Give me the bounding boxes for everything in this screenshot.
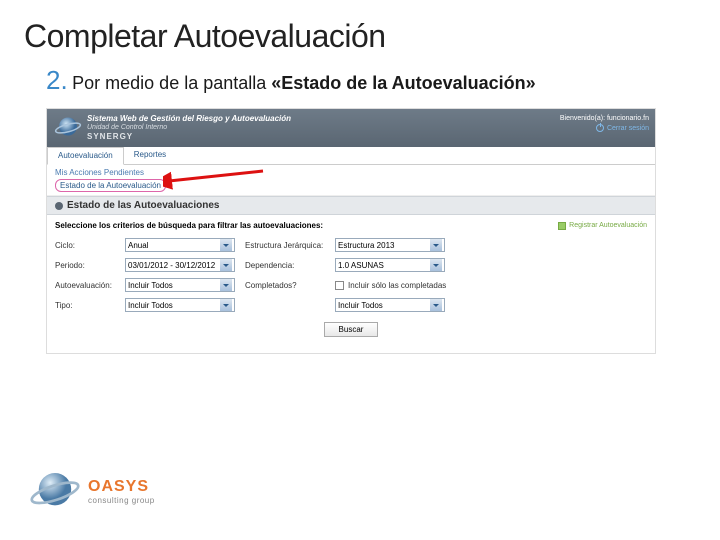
bullet-icon [55, 202, 63, 210]
oasys-planet-icon [28, 464, 82, 518]
register-label: Registrar Autoevaluación [569, 222, 647, 229]
register-link[interactable]: Registrar Autoevaluación [558, 222, 647, 230]
app-header: Sistema Web de Gestión del Riesgo y Auto… [47, 109, 655, 147]
chevron-down-icon [220, 279, 232, 291]
submenu-estado[interactable]: Estado de la Autoevaluación [55, 179, 166, 192]
buscar-button[interactable]: Buscar [324, 322, 379, 337]
tipo2-select[interactable]: Incluir Todos [335, 298, 445, 312]
step-line: 2. Por medio de la pantalla «Estado de l… [0, 59, 720, 104]
step-text: Por medio de la pantalla «Estado de la A… [72, 73, 536, 93]
slide-title: Completar Autoevaluación [0, 0, 720, 59]
plus-icon [558, 222, 566, 230]
dependencia-select[interactable]: 1.0 ASUNAS [335, 258, 445, 272]
autoeval-label: Autoevaluación: [55, 281, 125, 290]
autoeval-value: Incluir Todos [128, 281, 173, 290]
header-right: Bienvenido(a): funcionario.fn Cerrar ses… [560, 115, 649, 132]
menubar: Autoevaluación Reportes [47, 147, 655, 165]
step-bold: «Estado de la Autoevaluación» [271, 73, 535, 93]
chevron-down-icon [220, 299, 232, 311]
instruction-text: Seleccione los criterios de búsqueda par… [55, 221, 323, 230]
logout-label: Cerrar sesión [607, 125, 649, 132]
power-icon [596, 124, 604, 132]
estructura-value: Estructura 2013 [338, 241, 394, 250]
tipo-label: Tipo: [55, 301, 125, 310]
tab-autoevaluacion[interactable]: Autoevaluación [47, 147, 124, 165]
completados-chk-label: Incluir sólo las completadas [348, 281, 446, 290]
submenu-pendientes[interactable]: Mis Acciones Pendientes [55, 168, 647, 177]
footer-brand: OASYS [88, 478, 155, 496]
chevron-down-icon [220, 259, 232, 271]
welcome-text: Bienvenido(a): funcionario.fn [560, 115, 649, 122]
periodo-select[interactable]: 03/01/2012 - 30/12/2012 [125, 258, 235, 272]
synergy-logo-icon [53, 113, 83, 143]
footer-logo: OASYS consulting group [28, 464, 155, 518]
periodo-value: 03/01/2012 - 30/12/2012 [128, 261, 215, 270]
tipo-value: Incluir Todos [128, 301, 173, 310]
logout-link[interactable]: Cerrar sesión [560, 124, 649, 132]
chevron-down-icon [430, 259, 442, 271]
page-header: Estado de las Autoevaluaciones [47, 196, 655, 215]
dependencia-value: 1.0 ASUNAS [338, 261, 384, 270]
periodo-label: Periodo: [55, 261, 125, 270]
estructura-select[interactable]: Estructura 2013 [335, 238, 445, 252]
app-subtitle: Unidad de Control Interno [87, 124, 291, 132]
completados-label: Completados? [245, 281, 335, 290]
tipo-select[interactable]: Incluir Todos [125, 298, 235, 312]
ciclo-select[interactable]: Anual [125, 238, 235, 252]
app-screenshot: Sistema Web de Gestión del Riesgo y Auto… [46, 108, 656, 354]
logo-text: SYNERGY [87, 132, 291, 141]
step-number: 2. [46, 65, 68, 95]
chevron-down-icon [220, 239, 232, 251]
step-prefix: Por medio de la pantalla [72, 73, 271, 93]
app-title: Sistema Web de Gestión del Riesgo y Auto… [87, 115, 291, 124]
completados-checkbox[interactable] [335, 281, 344, 290]
footer-tagline: consulting group [88, 496, 155, 505]
chevron-down-icon [430, 239, 442, 251]
tipo2-value: Incluir Todos [338, 301, 383, 310]
ciclo-value: Anual [128, 241, 148, 250]
tab-reportes[interactable]: Reportes [124, 147, 176, 164]
autoeval-select[interactable]: Incluir Todos [125, 278, 235, 292]
app-logo-block: Sistema Web de Gestión del Riesgo y Auto… [53, 113, 291, 143]
submenu: Mis Acciones Pendientes Estado de la Aut… [47, 165, 655, 196]
estructura-label: Estructura Jerárquica: [245, 241, 335, 250]
ciclo-label: Ciclo: [55, 241, 125, 250]
chevron-down-icon [430, 299, 442, 311]
dependencia-label: Dependencia: [245, 261, 335, 270]
filter-form: Ciclo: Anual Estructura Jerárquica: Estr… [47, 234, 655, 353]
page-title: Estado de las Autoevaluaciones [67, 200, 219, 211]
instruction-row: Seleccione los criterios de búsqueda par… [47, 215, 655, 234]
